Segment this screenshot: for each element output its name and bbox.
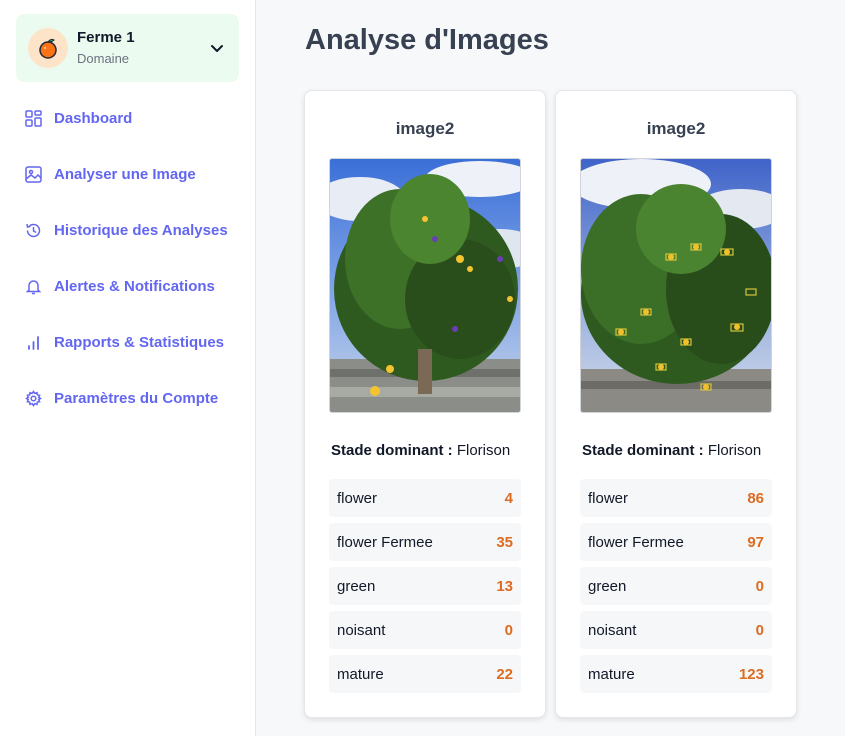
stat-value: 86 (747, 489, 764, 507)
dominant-stage: Stade dominant : Florison (582, 442, 761, 459)
stat-row: noisant 0 (580, 611, 772, 649)
stat-value: 0 (755, 621, 764, 639)
stat-label: flower Fermee (337, 533, 433, 551)
stat-row: mature 22 (329, 655, 521, 693)
sidebar-item-label: Historique des Analyses (54, 221, 228, 239)
stat-label: green (588, 577, 627, 595)
main-content: Analyse d'Images image2 Stade dominant:… (257, 0, 845, 736)
dominant-stage-value: Florison (456, 442, 511, 459)
image-icon (24, 165, 42, 183)
sidebar-item-label: Analyser une Image (54, 165, 196, 183)
card-title: image2 (395, 119, 455, 138)
farm-switcher[interactable]: Ferme 1 Domaine (16, 14, 239, 82)
orange-icon (28, 28, 68, 68)
stat-row: noisant 0 (329, 611, 521, 649)
stat-value: 0 (504, 621, 513, 639)
stat-row: flower 86 (580, 479, 772, 517)
sidebar-item-account-settings[interactable]: Paramètres du Compte (0, 370, 256, 426)
stat-value: 123 (738, 665, 764, 683)
gear-icon (24, 389, 42, 407)
sidebar-item-alerts[interactable]: Alertes & Notifications (0, 258, 256, 314)
stats-list: flower 86 flower Fermee 97 green 0 noisa… (580, 479, 772, 699)
stat-row: flower 4 (329, 479, 521, 517)
stat-value: 13 (496, 577, 513, 595)
sidebar-item-label: Paramètres du Compte (54, 389, 219, 407)
stat-value: 97 (747, 533, 764, 551)
analysis-card: image2 Stade dominant: Florison flower … (555, 90, 797, 718)
farm-subtitle: Domaine (77, 51, 130, 66)
stat-label: green (337, 577, 376, 595)
card-title: image2 (646, 119, 706, 138)
stat-value: 35 (496, 533, 513, 551)
stat-label: flower Fermee (588, 533, 684, 551)
sidebar-item-history[interactable]: Historique des Analyses (0, 202, 256, 258)
sidebar-item-analyze-image[interactable]: Analyser une Image (0, 146, 256, 202)
dominant-stage-value: Florison (707, 442, 762, 459)
annotated-orchard-image[interactable] (580, 158, 772, 413)
stat-row: mature 123 (580, 655, 772, 693)
history-icon (24, 221, 42, 239)
sidebar-item-label: Rapports & Statistiques (54, 333, 225, 351)
bell-icon (24, 277, 42, 295)
stat-label: mature (588, 665, 635, 683)
sidebar-item-dashboard[interactable]: Dashboard (0, 90, 256, 146)
stat-label: noisant (337, 621, 386, 639)
stat-row: flower Fermee 35 (329, 523, 521, 561)
dominant-stage-label: Stade dominant : (331, 442, 453, 459)
sidebar-item-label: Alertes & Notifications (54, 277, 215, 295)
sidebar-nav: Dashboard Analyser une Image Historique … (0, 90, 256, 426)
sidebar: Ferme 1 Domaine Dashboard Analyser une I… (0, 0, 256, 736)
stat-value: 22 (496, 665, 513, 683)
dominant-stage-label: Stade dominant : (582, 442, 704, 459)
chevron-down-icon (209, 40, 225, 56)
stat-label: mature (337, 665, 384, 683)
farm-name: Ferme 1 (77, 29, 135, 46)
analysis-card: image2 Stade dominant: Florison flower … (304, 90, 546, 718)
dominant-stage: Stade dominant : Florison (331, 442, 510, 459)
dashboard-icon (24, 109, 42, 127)
stat-row: flower Fermee 97 (580, 523, 772, 561)
stat-label: noisant (588, 621, 637, 639)
page-title: Analyse d'Images (305, 24, 549, 56)
sidebar-item-label: Dashboard (54, 109, 133, 127)
bar-chart-icon (24, 333, 42, 351)
stat-row: green 0 (580, 567, 772, 605)
stats-list: flower 4 flower Fermee 35 green 13 noisa… (329, 479, 521, 699)
stat-row: green 13 (329, 567, 521, 605)
sidebar-item-reports[interactable]: Rapports & Statistiques (0, 314, 256, 370)
stat-label: flower (588, 489, 629, 507)
stat-value: 4 (504, 489, 513, 507)
orchard-tree-image[interactable] (329, 158, 521, 413)
stat-label: flower (337, 489, 378, 507)
stat-value: 0 (755, 577, 764, 595)
